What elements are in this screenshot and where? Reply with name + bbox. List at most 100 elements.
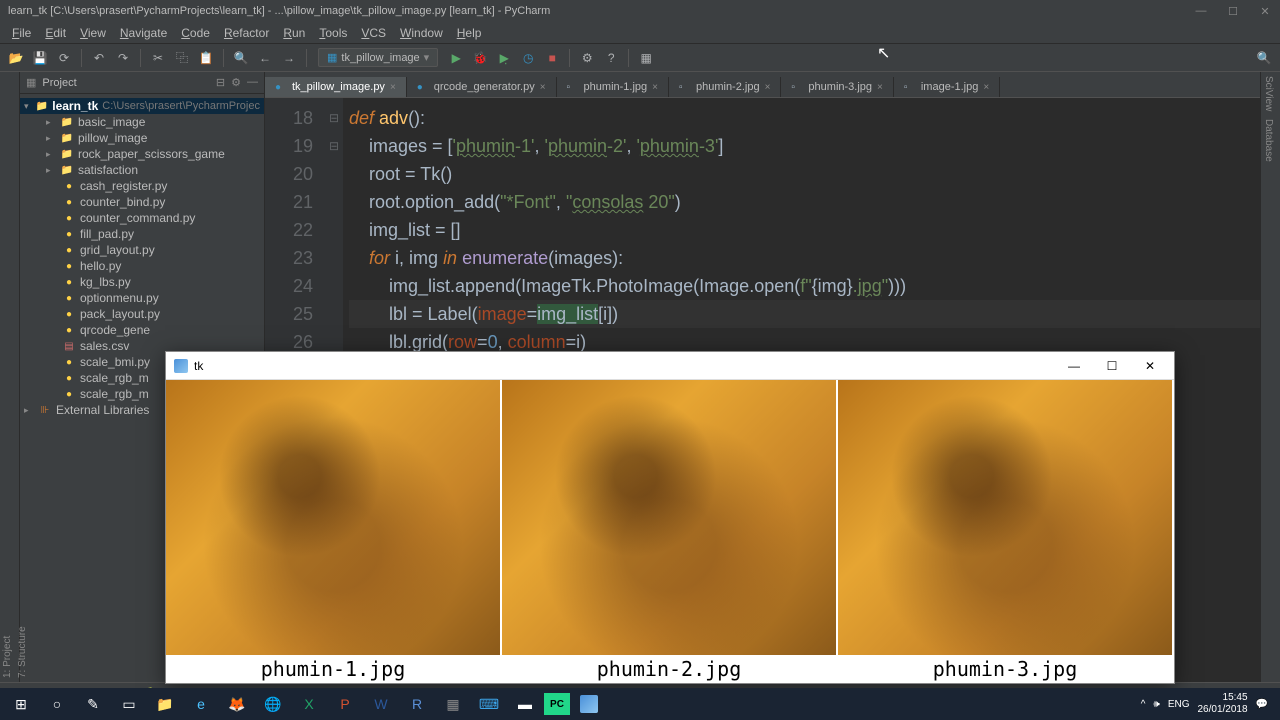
vscode-icon[interactable]: ⌨ [472,690,506,718]
find-icon[interactable]: 🔍 [231,48,251,68]
editor-tab[interactable]: ▫phumin-2.jpg× [669,77,781,97]
structure-icon[interactable]: ▦ [636,48,656,68]
tool-project-tab[interactable]: 1: Project [0,76,15,682]
coverage-icon[interactable]: ▶̣ [494,48,514,68]
hide-icon[interactable]: — [247,76,258,89]
database-tab[interactable]: Database [1261,115,1276,166]
pycharm-icon[interactable]: PC [544,693,570,715]
explorer-icon[interactable]: 📁 [148,690,182,718]
tk-image [838,380,1172,655]
cmd-icon[interactable]: ▬ [508,690,542,718]
tree-file[interactable]: ●counter_bind.py [20,194,264,210]
collapse-icon[interactable]: ⊟ [216,76,225,89]
tree-file[interactable]: ●hello.py [20,258,264,274]
menu-help[interactable]: Help [451,24,488,42]
cortana-icon[interactable]: ○ [40,690,74,718]
sciview-tab[interactable]: SciView [1261,72,1276,115]
search-everywhere-icon[interactable]: 🔍 [1254,48,1274,68]
editor-tab[interactable]: ●tk_pillow_image.py× [265,77,407,97]
tk-maximize-icon[interactable]: ☐ [1096,355,1128,377]
left-tool-gutter: 1: Project 7: Structure [0,72,20,682]
cut-icon[interactable]: ✂ [148,48,168,68]
taskbar-app-icon[interactable]: ▦ [436,690,470,718]
menu-file[interactable]: File [6,24,37,42]
close-icon[interactable]: ✕ [1258,5,1272,18]
tree-file[interactable]: ●pack_layout.py [20,306,264,322]
tk-title-text: tk [194,359,203,373]
redo-icon[interactable]: ↷ [113,48,133,68]
editor-tab[interactable]: ●qrcode_generator.py× [407,77,557,97]
tk-close-icon[interactable]: ✕ [1134,355,1166,377]
tree-folder[interactable]: ▸📁basic_image [20,114,264,130]
editor-tabs: ●tk_pillow_image.py×●qrcode_generator.py… [265,72,1260,98]
tree-folder[interactable]: ▸📁satisfaction [20,162,264,178]
editor-tab[interactable]: ▫phumin-3.jpg× [781,77,893,97]
menu-refactor[interactable]: Refactor [218,24,275,42]
tray-up-icon[interactable]: ^ [1141,699,1146,710]
tk-image-column: phumin-2.jpg [502,380,838,683]
paste-icon[interactable]: 📋 [196,48,216,68]
tk-image-column: phumin-3.jpg [838,380,1174,683]
minimize-icon[interactable]: — [1194,5,1208,18]
tk-taskbar-icon[interactable] [572,690,606,718]
tk-minimize-icon[interactable]: — [1058,355,1090,377]
powerpoint-icon[interactable]: P [328,690,362,718]
tk-window: tk — ☐ ✕ phumin-1.jpgphumin-2.jpgphumin-… [165,351,1175,684]
tool-structure-tab[interactable]: 7: Structure [15,76,30,682]
editor-tab[interactable]: ▫phumin-1.jpg× [557,77,669,97]
menu-code[interactable]: Code [175,24,216,42]
menu-vcs[interactable]: VCS [355,24,392,42]
pen-icon[interactable]: ✎ [76,690,110,718]
taskview-icon[interactable]: ▭ [112,690,146,718]
forward-icon[interactable]: → [279,48,299,68]
project-tool-label: Project [42,77,76,89]
excel-icon[interactable]: X [292,690,326,718]
editor-tab[interactable]: ▫image-1.jpg× [894,77,1000,97]
gear-icon[interactable]: ⚙ [231,76,241,89]
tree-file[interactable]: ●cash_register.py [20,178,264,194]
undo-icon[interactable]: ↶ [89,48,109,68]
start-button[interactable]: ⊞ [4,690,38,718]
menu-run[interactable]: Run [277,24,311,42]
open-icon[interactable]: 📂 [6,48,26,68]
stop-icon[interactable]: ■ [542,48,562,68]
run-icon[interactable]: ▶ [446,48,466,68]
firefox-icon[interactable]: 🦊 [220,690,254,718]
tk-image-label: phumin-2.jpg [502,655,836,683]
tree-file[interactable]: ●qrcode_gene [20,322,264,338]
tray-network-icon[interactable]: 🕪 [1154,699,1160,710]
tree-folder[interactable]: ▸📁pillow_image [20,130,264,146]
tree-folder[interactable]: ▸📁rock_paper_scissors_game [20,146,264,162]
back-icon[interactable]: ← [255,48,275,68]
menu-tools[interactable]: Tools [313,24,353,42]
tree-file[interactable]: ●fill_pad.py [20,226,264,242]
refresh-icon[interactable]: ⟳ [54,48,74,68]
copy-icon[interactable]: ⿻ [172,48,192,68]
tray-clock[interactable]: 15:45 26/01/2018 [1197,692,1247,716]
save-icon[interactable]: 💾 [30,48,50,68]
menu-bar: FileEditViewNavigateCodeRefactorRunTools… [0,22,1280,44]
run-config-selector[interactable]: ▦ tk_pillow_image ▾ [318,48,438,67]
tk-feather-icon [174,359,188,373]
help-icon[interactable]: ? [601,48,621,68]
tree-file[interactable]: ●counter_command.py [20,210,264,226]
tree-root[interactable]: ▾📁learn_tk C:\Users\prasert\PycharmProje… [20,98,264,114]
notification-icon[interactable]: 💬 [1256,699,1268,710]
menu-window[interactable]: Window [394,24,449,42]
chrome-icon[interactable]: 🌐 [256,690,290,718]
edge-icon[interactable]: e [184,690,218,718]
tree-file[interactable]: ●grid_layout.py [20,242,264,258]
r-icon[interactable]: R [400,690,434,718]
vcs-icon[interactable]: ⚙ [577,48,597,68]
menu-view[interactable]: View [74,24,112,42]
maximize-icon[interactable]: ☐ [1226,5,1240,18]
word-icon[interactable]: W [364,690,398,718]
menu-edit[interactable]: Edit [39,24,72,42]
profile-icon[interactable]: ◷ [518,48,538,68]
tree-file[interactable]: ●kg_lbs.py [20,274,264,290]
menu-navigate[interactable]: Navigate [114,24,173,42]
tray-lang[interactable]: ENG [1168,699,1190,710]
tree-file[interactable]: ●optionmenu.py [20,290,264,306]
debug-icon[interactable]: 🐞 [470,48,490,68]
tk-title-bar[interactable]: tk — ☐ ✕ [166,352,1174,380]
